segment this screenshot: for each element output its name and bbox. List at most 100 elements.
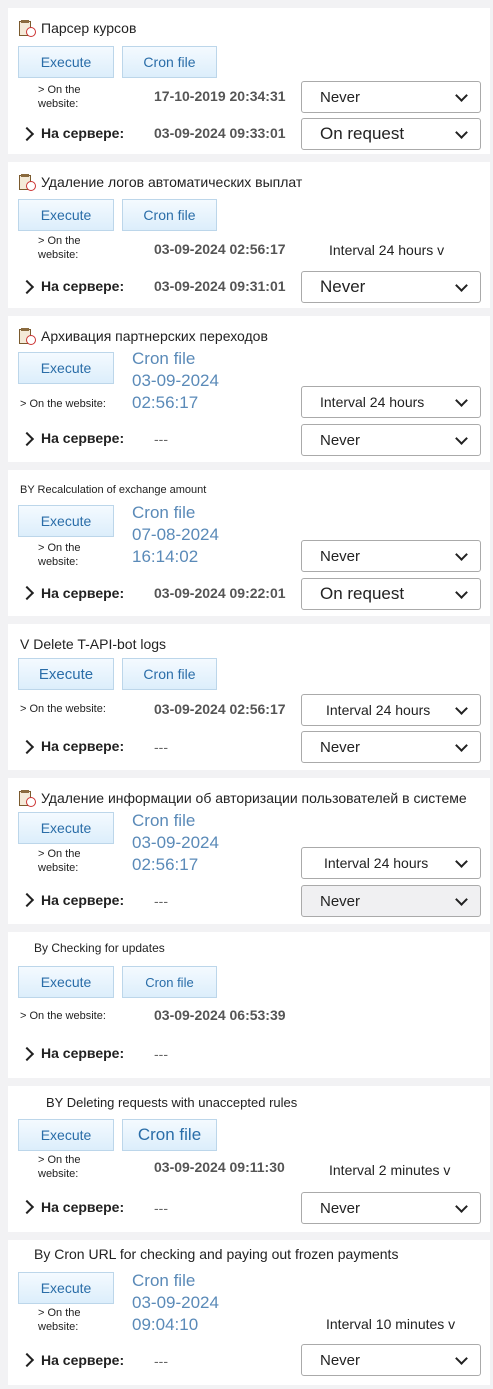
on-website-label: > On the website: [20,398,106,410]
website-schedule-select[interactable]: Never [301,81,481,113]
task-title-row: By Cron URL for checking and paying out … [34,1244,398,1264]
task-card: Удаление информации об авторизации польз… [8,778,490,924]
server-schedule-select[interactable]: Never [301,885,481,917]
execute-button[interactable]: Execute [18,966,114,998]
chevron-down-icon [455,893,468,906]
website-schedule-select[interactable]: Interval 24 hours [301,694,481,726]
chevron-down-icon [455,548,468,561]
server-schedule-select[interactable]: On request [301,578,481,610]
select-value: Never [320,431,361,449]
execute-button[interactable]: Execute [18,505,114,537]
cron-file-label: Cron file [132,349,196,368]
execute-button[interactable]: Execute [18,812,114,844]
task-title: By Cron URL for checking and paying out … [34,1246,399,1262]
cron-file-button[interactable]: Cron file [122,46,217,78]
chevron-down-icon [455,89,468,102]
scheduled-task-icon [18,19,36,37]
server-schedule-select[interactable]: Never [301,1344,481,1376]
server-last-run: 03-09-2024 09:22:01 [154,585,286,601]
select-value: Never [320,892,361,910]
select-value: Never [320,88,361,106]
on-server-label: На сервере: [41,125,125,141]
select-value: Interval 24 hours [320,394,425,410]
server-last-run: --- [154,739,168,755]
website-schedule-select[interactable]: Interval 24 hours [301,386,481,418]
execute-button[interactable]: Execute [18,199,114,231]
cron-file-label: Cron file [132,1271,196,1290]
task-title-row: By Checking for updates [34,938,165,958]
execute-button[interactable]: Execute [18,46,114,78]
task-title-row: Архивация партнерских переходов [18,326,268,346]
on-server-label: На сервере: [41,430,125,446]
cron-date: 03-09-2024 [132,1293,219,1312]
cron-file-button[interactable]: Cron file 07-08-2024 16:14:02 [132,502,219,568]
scheduled-task-icon [18,789,36,807]
select-value: Never [320,277,366,296]
select-value: Interval 24 hours [324,855,429,871]
select-value: On request [320,124,405,143]
chevron-right-icon[interactable] [19,1352,35,1368]
on-website-label: > On the website: [38,1154,81,1180]
server-schedule-select[interactable]: On request [301,118,481,150]
cron-file-button[interactable]: Cron file [122,1119,217,1151]
website-schedule-select[interactable]: Interval 24 hours v [301,234,481,266]
cron-file-button[interactable]: Cron file [122,658,217,690]
website-last-run: 03-09-2024 02:56:17 [154,701,286,717]
task-title: BY Recalculation of exchange amount [20,484,207,496]
task-title: BY Deleting requests with unaccepted rul… [46,1094,298,1110]
cron-file-button[interactable]: Cron file 03-09-2024 02:56:17 [132,348,219,414]
cron-time: 09:04:10 [132,1315,199,1334]
chevron-right-icon[interactable] [19,431,35,447]
cron-date: 07-08-2024 [132,525,219,544]
server-last-run: --- [154,1046,168,1062]
cron-file-button[interactable]: Cron file 03-09-2024 09:04:10 [132,1270,219,1336]
select-value: Never [320,1351,361,1369]
task-title: Удаление логов автоматических выплат [41,174,303,190]
execute-button[interactable]: Execute [18,352,114,384]
scheduled-task-icon [18,327,36,345]
task-title: Удаление информации об авторизации польз… [41,790,467,806]
cron-time: 02:56:17 [132,393,199,412]
chevron-down-icon [455,855,468,868]
execute-button[interactable]: Execute [18,1272,114,1304]
chevron-down-icon [455,126,468,139]
execute-button[interactable]: Execute [18,658,114,690]
on-server-label: На сервере: [41,278,125,294]
chevron-right-icon[interactable] [19,126,35,142]
select-value: Never [320,1199,361,1217]
website-schedule-select[interactable]: Interval 2 minutes v [301,1154,481,1186]
select-value: Interval 10 minutes v [326,1316,456,1332]
website-schedule-select[interactable]: Never [301,540,481,572]
execute-button[interactable]: Execute [18,1119,114,1151]
on-website-label: > On the website: [20,703,106,715]
cron-date: 03-09-2024 [132,371,219,390]
chevron-right-icon[interactable] [19,1199,35,1215]
cron-file-button[interactable]: Cron file [122,199,217,231]
server-schedule-select[interactable]: Never [301,731,481,763]
cron-time: 16:14:02 [132,547,199,566]
task-title-row: BY Recalculation of exchange amount [18,480,206,500]
server-last-run: 03-09-2024 09:33:01 [154,125,286,141]
chevron-right-icon[interactable] [19,739,35,755]
chevron-down-icon [455,586,468,599]
cron-file-button[interactable]: Cron file 03-09-2024 02:56:17 [132,810,219,876]
task-title-row: Удаление информации об авторизации польз… [18,788,467,808]
task-title-row: Парсер курсов [18,18,136,38]
select-value: Never [320,547,361,565]
server-schedule-select[interactable]: Never [301,1192,481,1224]
chevron-down-icon [455,432,468,445]
cron-file-button[interactable]: Cron file [122,966,217,998]
chevron-right-icon[interactable] [19,892,35,908]
server-schedule-select[interactable]: Never [301,424,481,456]
chevron-right-icon[interactable] [19,279,35,295]
chevron-down-icon [455,279,468,292]
on-server-label: На сервере: [41,1352,125,1368]
server-last-run: --- [154,1200,168,1216]
website-schedule-select[interactable]: Interval 24 hours [301,847,481,879]
server-schedule-select[interactable]: Never [301,271,481,303]
chevron-right-icon[interactable] [19,585,35,601]
task-title: Парсер курсов [41,20,137,36]
website-schedule-select[interactable]: Interval 10 minutes v [301,1308,481,1340]
task-card: Архивация партнерских переходов Execute … [8,316,490,462]
chevron-right-icon[interactable] [19,1046,35,1062]
